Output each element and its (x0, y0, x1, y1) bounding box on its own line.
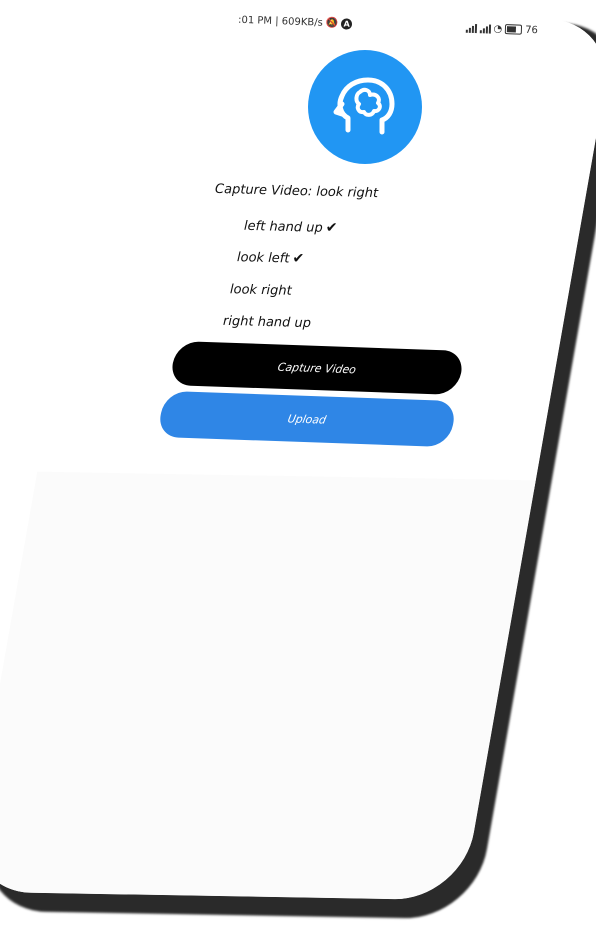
notification-a-icon: A (341, 17, 353, 30)
step-left-hand-up: left hand up ✔ (244, 218, 338, 236)
step-label: look left (236, 250, 290, 267)
phone-screen (0, 11, 596, 901)
screen-lower (0, 471, 536, 901)
step-label: left hand up (243, 218, 323, 236)
phone-mockup: :01 PM | 609KB/s 🔕 A ◔ 76 Capture Video:… (0, 0, 596, 939)
step-right-hand-up: right hand up (223, 314, 311, 331)
brain-head-icon (333, 77, 395, 135)
battery-percent: 76 (524, 24, 539, 36)
signal-2-icon (479, 23, 491, 34)
step-look-left: look left ✔ (237, 249, 305, 267)
signal-icon (465, 23, 477, 34)
upload-label: Upload (286, 411, 328, 427)
step-look-right: look right (230, 282, 292, 299)
check-icon: ✔ (292, 250, 305, 267)
step-label: look right (229, 282, 292, 299)
step-label: right hand up (222, 313, 312, 332)
app-logo (308, 50, 422, 164)
wifi-icon: ◔ (493, 23, 503, 35)
check-icon: ✔ (325, 219, 338, 237)
status-time-speed: :01 PM | 609KB/s (237, 14, 323, 29)
silent-icon: 🔕 (325, 17, 339, 29)
capture-video-label: Capture Video (276, 360, 358, 376)
battery-icon (505, 24, 523, 35)
